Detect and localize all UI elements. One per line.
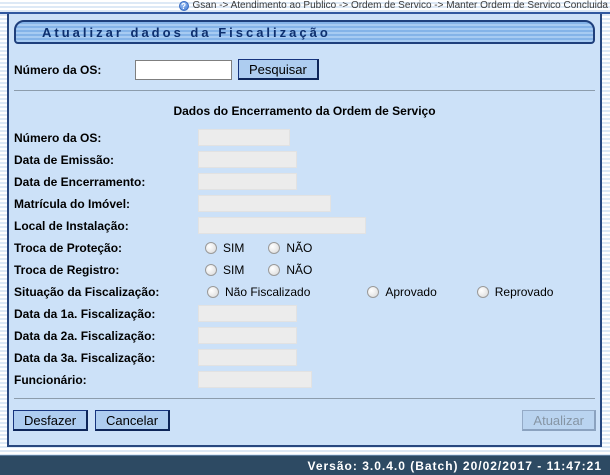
- data-fiscalizacao-2-value: [198, 327, 297, 344]
- atualizar-button[interactable]: Atualizar: [522, 410, 596, 431]
- breadcrumb-text: Gsan -> Atendimento ao Publico -> Ordem …: [192, 0, 608, 11]
- search-os-label: Número da OS:: [14, 62, 102, 77]
- situacao-nao-fiscalizado-label: Não Fiscalizado: [225, 284, 311, 299]
- action-buttons-row: Desfazer Cancelar Atualizar: [13, 410, 596, 431]
- search-button[interactable]: Pesquisar: [238, 59, 319, 80]
- troca-protecao-sim-label: SIM: [223, 240, 245, 255]
- troca-protecao-nao-label: NÃO: [286, 240, 313, 255]
- form-area: Número da OS: Data de Emissão: Data de E…: [9, 127, 600, 390]
- separator-top: [14, 90, 595, 91]
- page-title-label: Atualizar dados da Fiscalização: [42, 24, 331, 40]
- situacao-reprovado-radio[interactable]: [476, 285, 489, 298]
- field-row-data-fiscalizacao-2: Data da 2a. Fiscalização:: [9, 325, 600, 346]
- field-row-matricula-imovel: Matrícula do Imóvel:: [9, 193, 600, 214]
- data-emissao-label: Data de Emissão:: [14, 152, 115, 167]
- field-row-data-encerramento: Data de Encerramento:: [9, 171, 600, 192]
- troca-protecao-sim-radio[interactable]: [205, 241, 217, 254]
- troca-protecao-nao-radio[interactable]: [268, 241, 281, 254]
- troca-registro-label: Troca de Registro:: [14, 262, 120, 277]
- field-row-data-emissao: Data de Emissão:: [9, 149, 600, 170]
- situacao-fiscalizacao-label: Situação da Fiscalização:: [14, 284, 160, 299]
- data-fiscalizacao-1-value: [198, 305, 297, 322]
- troca-registro-sim-label: SIM: [223, 262, 245, 277]
- troca-protecao-label: Troca de Proteção:: [14, 240, 123, 255]
- data-fiscalizacao-1-label: Data da 1a. Fiscalização:: [14, 306, 156, 321]
- troca-registro-nao-radio[interactable]: [268, 263, 281, 276]
- troca-registro-nao-label: NÃO: [286, 262, 313, 277]
- section-title: Dados do Encerramento da Ordem de Serviç…: [173, 104, 436, 118]
- version-text: Versão: 3.0.4.0 (Batch) 20/02/2017 - 11:…: [307, 458, 602, 473]
- funcionario-value: [198, 371, 312, 388]
- field-row-local-instalacao: Local de Instalação:: [9, 215, 600, 236]
- data-fiscalizacao-3-value: [198, 349, 297, 366]
- situacao-aprovado-label: Aprovado: [385, 284, 437, 299]
- separator-bottom: [14, 398, 595, 399]
- matricula-imovel-label: Matrícula do Imóvel:: [14, 196, 131, 211]
- data-emissao-value: [198, 151, 297, 168]
- numero-os-value: [198, 129, 290, 146]
- status-bar: Versão: 3.0.4.0 (Batch) 20/02/2017 - 11:…: [0, 455, 610, 475]
- data-encerramento-value: [198, 173, 297, 190]
- desfazer-button[interactable]: Desfazer: [13, 410, 89, 431]
- data-fiscalizacao-3-label: Data da 3a. Fiscalização:: [14, 350, 156, 365]
- matricula-imovel-value: [198, 195, 331, 212]
- data-fiscalizacao-2-label: Data da 2a. Fiscalização:: [14, 328, 156, 343]
- situacao-nao-fiscalizado-radio[interactable]: [207, 285, 219, 298]
- situacao-reprovado-label: Reprovado: [494, 284, 554, 299]
- situacao-aprovado-radio[interactable]: [367, 285, 380, 298]
- local-instalacao-label: Local de Instalação:: [14, 218, 129, 233]
- search-row: Número da OS: Pesquisar: [14, 59, 600, 80]
- troca-registro-sim-radio[interactable]: [205, 263, 217, 276]
- field-row-data-fiscalizacao-1: Data da 1a. Fiscalização:: [9, 303, 600, 324]
- field-row-numero-os: Número da OS:: [9, 127, 600, 148]
- data-encerramento-label: Data de Encerramento:: [14, 174, 146, 189]
- field-row-funcionario: Funcionário:: [9, 369, 600, 390]
- radio-row-troca-protecao: Troca de Proteção: SIM NÃO: [9, 237, 600, 258]
- local-instalacao-value: [198, 217, 366, 234]
- field-row-data-fiscalizacao-3: Data da 3a. Fiscalização:: [9, 347, 600, 368]
- os-number-input[interactable]: [135, 59, 232, 80]
- help-icon[interactable]: ?: [178, 0, 189, 11]
- numero-os-label: Número da OS:: [14, 130, 102, 145]
- page-title: Atualizar dados da Fiscalização: [14, 20, 595, 44]
- radio-row-situacao-fiscalizacao: Situação da Fiscalização: Não Fiscalizad…: [9, 281, 600, 302]
- radio-row-troca-registro: Troca de Registro: SIM NÃO: [9, 259, 600, 280]
- main-window: Atualizar dados da Fiscalização Número d…: [7, 14, 602, 447]
- cancelar-button[interactable]: Cancelar: [95, 410, 171, 431]
- breadcrumb: ? Gsan -> Atendimento ao Publico -> Orde…: [0, 0, 610, 14]
- funcionario-label: Funcionário:: [14, 372, 87, 387]
